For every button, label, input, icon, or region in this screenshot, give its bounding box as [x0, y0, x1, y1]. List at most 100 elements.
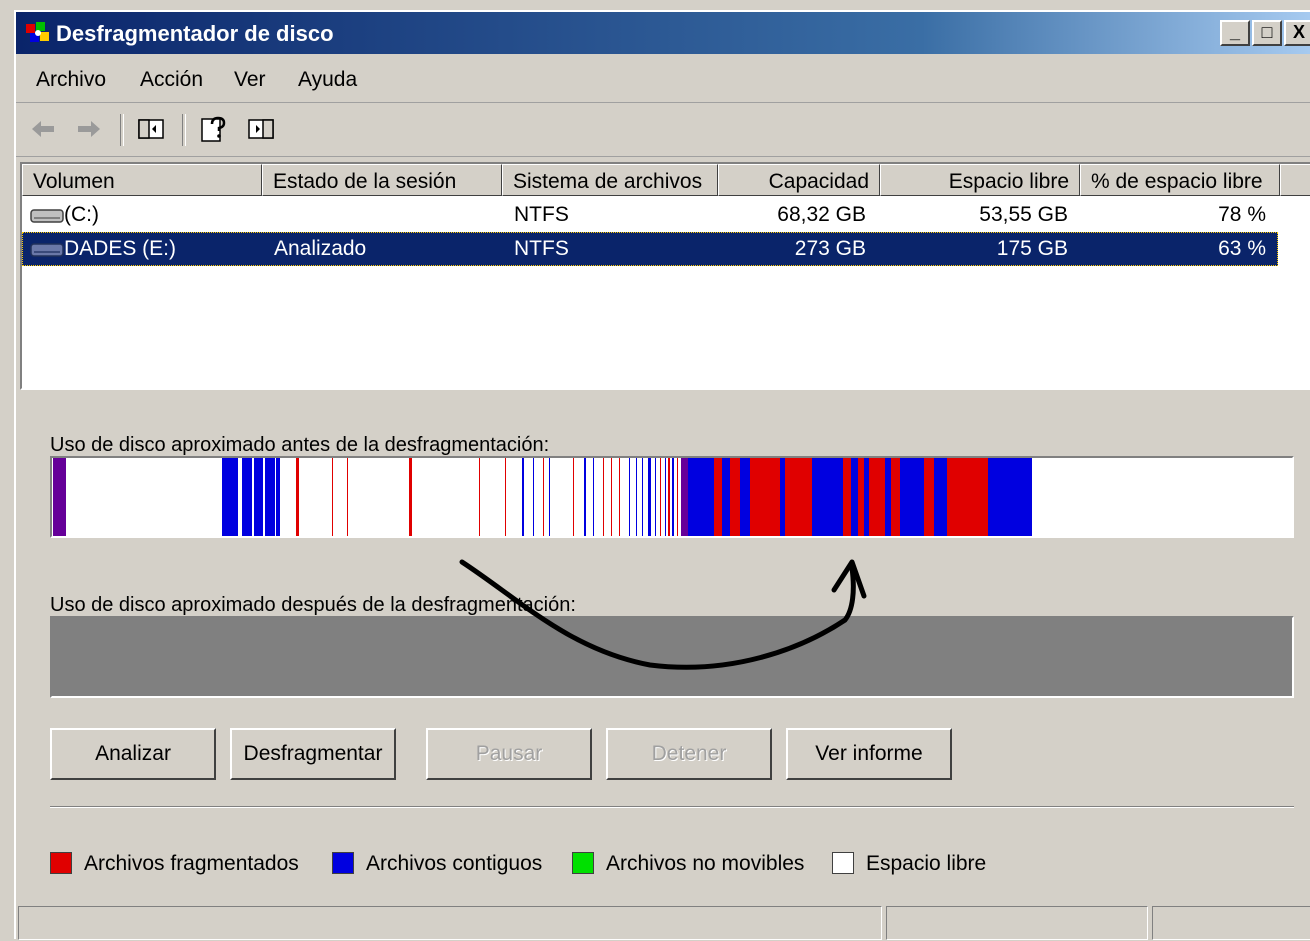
capacity: 273 GB	[794, 237, 866, 260]
forward-icon[interactable]	[74, 114, 104, 144]
disk-usage-after-bar	[50, 616, 1294, 698]
pause-button[interactable]: Pausar	[426, 728, 592, 780]
disk-map-segment-contiguous	[642, 458, 644, 536]
back-icon[interactable]	[28, 114, 58, 144]
column-sistema[interactable]: Sistema de archivos	[502, 164, 718, 196]
free-space: 175 GB	[996, 237, 1068, 260]
legend-swatch-contiguous	[332, 852, 354, 874]
disk-map-segment-contiguous	[221, 458, 238, 536]
stop-button[interactable]: Detener	[606, 728, 772, 780]
free-space-percent: 63 %	[1218, 237, 1266, 260]
disk-map-segment-contiguous	[850, 458, 858, 536]
disk-map-segment-contiguous	[583, 458, 587, 536]
disk-map-segment-fragmented	[602, 458, 604, 536]
legend-label: Archivos contiguos	[366, 852, 543, 875]
window-title: Desfragmentador de disco	[56, 21, 334, 46]
file-system: NTFS	[514, 203, 569, 226]
disk-map-segment-contiguous	[648, 458, 651, 536]
volume-name: (C:)	[64, 203, 99, 226]
disk-map-segment-fragmented	[668, 458, 670, 536]
legend-label: Espacio libre	[866, 852, 987, 875]
disk-map-segment-fragmented	[714, 458, 722, 536]
status-panel	[1152, 906, 1310, 940]
disk-map-segment-contiguous	[740, 458, 751, 536]
disk-map-segment-contiguous	[933, 458, 948, 536]
legend-label: Archivos no movibles	[606, 852, 805, 875]
session-status: Analizado	[274, 237, 367, 260]
volume-name: DADES (E:)	[64, 237, 177, 260]
toolbar-separator	[120, 114, 124, 146]
disk-map-segment-fragmented	[750, 458, 780, 536]
legend-swatch-free	[832, 852, 854, 874]
disk-map-segment-fragmented	[572, 458, 575, 536]
disk-map-segment-contiguous	[672, 458, 675, 536]
column-estado[interactable]: Estado de la sesión	[262, 164, 502, 196]
defragment-button[interactable]: Desfragmentar	[230, 728, 396, 780]
disk-map-segment-fragmented	[947, 458, 989, 536]
disk-map-segment-fragmented	[409, 458, 412, 536]
title-bar[interactable]: Desfragmentador de disco _ □ X	[16, 12, 1310, 54]
disk-map-segment-contiguous	[654, 458, 656, 536]
close-button[interactable]: X	[1284, 20, 1310, 46]
disk-map-segment-contiguous	[688, 458, 715, 536]
hard-drive-icon	[30, 209, 64, 223]
disk-map-segment-contiguous	[241, 458, 252, 536]
disk-map-segment-contiguous	[533, 458, 535, 536]
disk-map-segment-contiguous	[721, 458, 731, 536]
toolbar	[16, 104, 1310, 157]
disk-map-segment-contiguous	[592, 458, 594, 536]
disk-map-segment-contiguous	[549, 458, 551, 536]
column-filler	[1280, 164, 1310, 196]
separator-line	[50, 806, 1294, 808]
disk-map-segment-fragmented	[543, 458, 545, 536]
view-report-button[interactable]: Ver informe	[786, 728, 952, 780]
free-space: 53,55 GB	[979, 203, 1068, 226]
column-porcentaje-libre[interactable]: % de espacio libre	[1080, 164, 1280, 196]
disk-map-segment-fragmented	[347, 458, 349, 536]
disk-map-segment-contiguous	[265, 458, 276, 536]
disk-map-segment-fragmented	[843, 458, 851, 536]
toolbar-separator	[182, 114, 186, 146]
disk-map-segment-contiguous	[254, 458, 263, 536]
minimize-button[interactable]: _	[1220, 20, 1250, 46]
column-volumen[interactable]: Volumen	[22, 164, 262, 196]
column-capacidad[interactable]: Capacidad	[718, 164, 880, 196]
show-hide-action-pane-icon[interactable]	[246, 114, 276, 144]
analyze-button[interactable]: Analizar	[50, 728, 216, 780]
show-hide-console-tree-icon[interactable]	[136, 114, 166, 144]
disk-map-segment-fragmented	[296, 458, 299, 536]
defragmenter-app-icon	[26, 22, 49, 42]
menu-ayuda[interactable]: Ayuda	[298, 68, 357, 92]
disk-map-segment-fragmented	[504, 458, 506, 536]
analysis-pane: Uso de disco aproximado antes de la desf…	[20, 392, 1310, 898]
disk-map-segment-fragmented	[891, 458, 901, 536]
after-caption: Uso de disco aproximado después de la de…	[50, 594, 576, 616]
disk-map-segment-purple	[680, 458, 689, 536]
disk-map-segment-fragmented	[618, 458, 620, 536]
status-bar	[16, 902, 1310, 941]
disk-map-segment-contiguous	[276, 458, 281, 536]
help-icon[interactable]	[198, 114, 228, 144]
volume-list[interactable]: Volumen Estado de la sesión Sistema de a…	[20, 162, 1310, 390]
status-panel	[18, 906, 882, 940]
column-espacio-libre[interactable]: Espacio libre	[880, 164, 1080, 196]
disk-usage-before-bar	[50, 456, 1294, 538]
disk-map-segment-contiguous	[636, 458, 638, 536]
maximize-button[interactable]: □	[1252, 20, 1282, 46]
menu-ver[interactable]: Ver	[234, 68, 266, 92]
disk-map-segment-contiguous	[812, 458, 844, 536]
disk-map-segment-fragmented	[332, 458, 334, 536]
before-caption: Uso de disco aproximado antes de la desf…	[50, 434, 550, 456]
menu-accion[interactable]: Acción	[140, 68, 203, 92]
disk-map-segment-fragmented	[676, 458, 679, 536]
free-space-percent: 78 %	[1218, 203, 1266, 226]
volume-row-c[interactable]: (C:) NTFS 68,32 GB 53,55 GB 78 %	[22, 198, 1278, 232]
disk-map-segment-fragmented	[659, 458, 661, 536]
hard-drive-icon	[30, 243, 64, 257]
disk-map-segment-fragmented	[923, 458, 934, 536]
volume-list-header: Volumen Estado de la sesión Sistema de a…	[22, 164, 1310, 196]
volume-row-e[interactable]: DADES (E:) Analizado NTFS 273 GB 175 GB …	[22, 232, 1278, 266]
legend-swatch-unmovable	[572, 852, 594, 874]
menu-archivo[interactable]: Archivo	[36, 68, 106, 92]
disk-map-segment-fragmented	[730, 458, 741, 536]
